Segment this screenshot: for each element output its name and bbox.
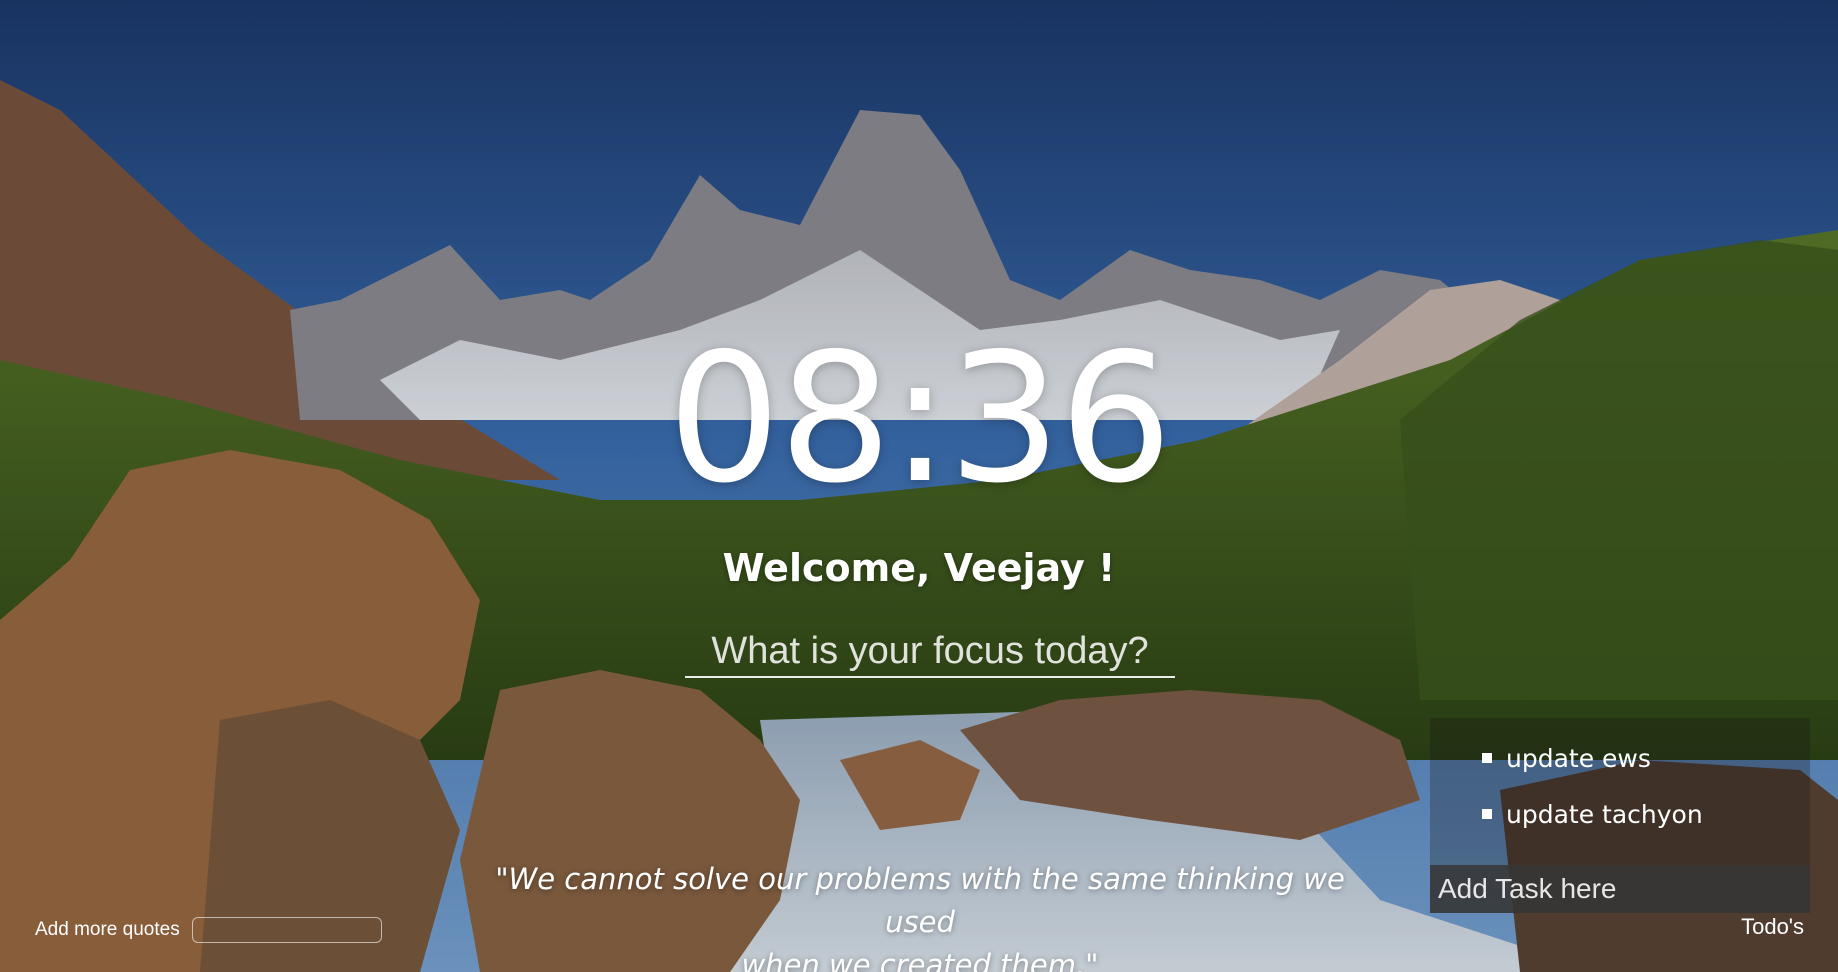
add-task-input[interactable]: [1430, 865, 1810, 913]
todo-item-label: update ews: [1506, 743, 1651, 773]
todo-item-label: update tachyon: [1506, 799, 1703, 829]
welcome-greeting: Welcome, Veejay !: [722, 546, 1116, 590]
todo-list: update ews update tachyon: [1482, 742, 1703, 854]
clock-time: 08:36: [667, 315, 1173, 522]
add-quotes-form: Add more quotes: [35, 917, 382, 943]
todo-panel: update ews update tachyon: [1430, 718, 1810, 913]
quote-line-1: "We cannot solve our problems with the s…: [495, 862, 1345, 939]
add-quotes-label: Add more quotes: [35, 919, 180, 940]
todo-item[interactable]: update ews: [1482, 742, 1703, 774]
quote-text: "We cannot solve our problems with the s…: [460, 858, 1380, 972]
todos-toggle-button[interactable]: Todo's: [1741, 914, 1804, 940]
add-quotes-input[interactable]: [191, 917, 382, 943]
todo-item[interactable]: update tachyon: [1482, 798, 1703, 830]
quote-line-2: when we created them.": [741, 948, 1099, 972]
focus-field: [685, 626, 1175, 678]
square-checkbox-icon[interactable]: [1482, 753, 1492, 763]
focus-input[interactable]: [685, 626, 1175, 676]
square-checkbox-icon[interactable]: [1482, 809, 1492, 819]
